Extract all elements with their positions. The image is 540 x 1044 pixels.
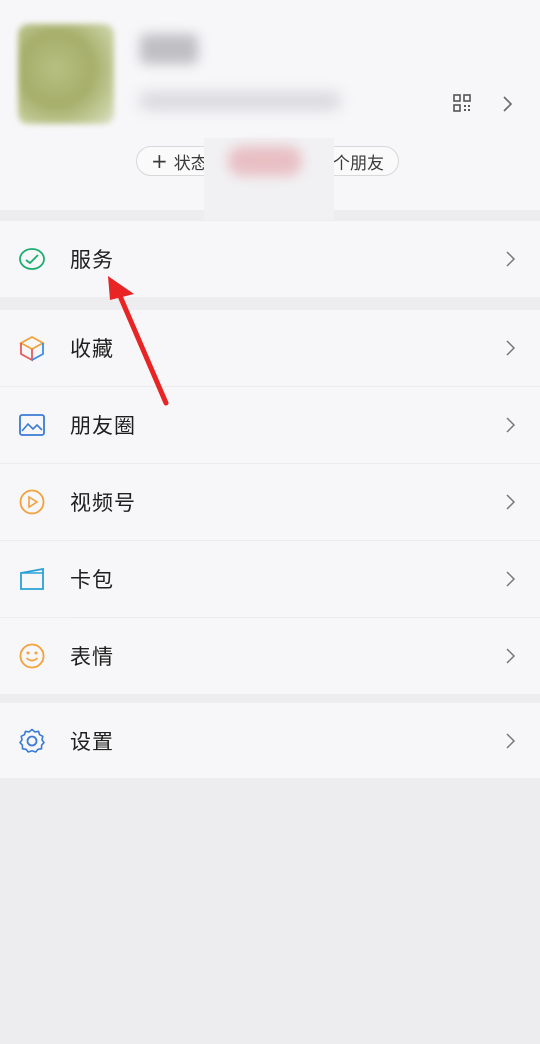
friends-label: 个朋友 — [333, 153, 384, 174]
menu-item-favorites[interactable]: 收藏 — [0, 310, 540, 386]
chevron-right-icon — [503, 96, 513, 112]
menu-item-channels[interactable]: 视频号 — [0, 464, 540, 540]
wechat-id-redacted — [140, 92, 340, 110]
chevron-right-icon — [506, 571, 516, 587]
nickname-redacted — [140, 34, 198, 64]
qr-code-icon[interactable] — [452, 93, 472, 113]
avatar[interactable] — [18, 24, 114, 124]
menu-label: 表情 — [70, 645, 114, 669]
menu-item-settings[interactable]: 设置 — [0, 703, 540, 779]
gear-icon — [19, 728, 45, 753]
chevron-right-icon — [506, 494, 516, 510]
menu-label: 设置 — [70, 730, 114, 754]
chevron-right-icon — [506, 417, 516, 433]
menu-label: 视频号 — [70, 491, 136, 515]
friends-avatars-blur — [228, 146, 302, 176]
menu-item-stickers[interactable]: 表情 — [0, 618, 540, 694]
menu-label: 收藏 — [70, 337, 114, 361]
menu-label: 卡包 — [70, 568, 114, 592]
status-label: 状态 — [173, 153, 208, 174]
chevron-right-icon — [506, 648, 516, 664]
chevron-right-icon — [506, 733, 516, 749]
wallet-card-icon — [20, 567, 44, 590]
menu-item-cards[interactable]: 卡包 — [0, 541, 540, 617]
plus-icon: + — [151, 149, 168, 173]
channels-play-icon — [19, 489, 45, 515]
menu-item-moments[interactable]: 朋友圈 — [0, 387, 540, 463]
chevron-right-icon — [506, 251, 516, 267]
moments-image-icon — [19, 414, 45, 436]
smiley-face-icon — [19, 643, 45, 669]
favorites-cube-icon — [19, 335, 45, 362]
menu-label: 朋友圈 — [70, 414, 136, 438]
chevron-right-icon — [506, 340, 516, 356]
empty-background — [0, 778, 540, 1044]
menu-label: 服务 — [70, 248, 114, 272]
menu-item-services[interactable]: 服务 — [0, 221, 540, 297]
services-icon — [19, 248, 45, 270]
profile-header[interactable]: + 状态 个朋友 — [0, 0, 540, 220]
